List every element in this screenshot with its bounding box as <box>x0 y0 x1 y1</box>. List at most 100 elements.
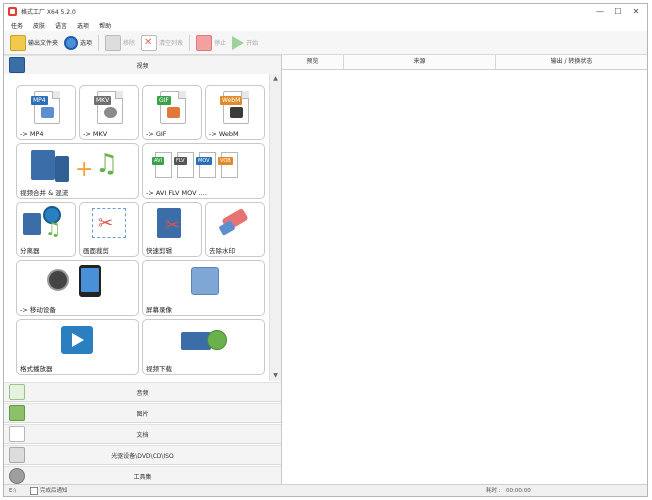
film-strip-icon <box>230 107 243 118</box>
menu-language[interactable]: 语言 <box>55 21 67 30</box>
column-preview[interactable]: 预览 <box>282 55 344 69</box>
avi-tag: AVI <box>152 157 164 165</box>
category-document-header[interactable]: 文档 <box>4 424 281 444</box>
tile-gif-label: -> GIF <box>146 130 167 138</box>
category-video-label: 视频 <box>136 62 149 70</box>
tile-screen-record[interactable]: 屏幕录像 <box>142 260 265 316</box>
globe-icon <box>207 330 227 350</box>
app-window: 格式工厂 X64 5.2.0 — ☐ ✕ 任务 皮肤 语言 选项 帮助 输出文件… <box>3 3 648 497</box>
tile-webm-label: -> WebM <box>209 130 239 138</box>
scissors-icon: ✂ <box>98 213 114 234</box>
tile-gif[interactable]: GIF -> GIF <box>142 85 202 140</box>
menu-task[interactable]: 任务 <box>11 21 23 30</box>
tile-mp4[interactable]: MP4 -> MP4 <box>16 85 76 140</box>
tile-mobile[interactable]: -> 移动设备 <box>16 260 139 316</box>
title-bar: 格式工厂 X64 5.2.0 — ☐ ✕ <box>4 4 647 19</box>
avi-file-icon: AVI <box>152 152 172 178</box>
scroll-up-icon[interactable]: ▲ <box>270 74 281 84</box>
category-toolbox-header[interactable]: 工具集 <box>4 466 281 486</box>
tile-merge[interactable]: + ♫ 视频合并 & 混流 <box>16 143 139 199</box>
toolbar: 输出文件夹 选项 移除 清空列表 停止 开始 <box>4 31 647 55</box>
notify-checkbox[interactable] <box>30 487 38 495</box>
start-button[interactable]: 开始 <box>232 35 259 50</box>
tile-merge-label: 视频合并 & 混流 <box>20 189 69 197</box>
column-source[interactable]: 来源 <box>344 55 496 69</box>
start-label: 开始 <box>246 40 259 47</box>
mp4-file-icon: MP4 <box>31 91 60 124</box>
tile-mkv[interactable]: MKV -> MKV <box>79 85 139 140</box>
mkv-tag: MKV <box>94 96 112 105</box>
tile-splitter-label: 分离器 <box>20 247 40 255</box>
ipod-icon <box>47 269 69 291</box>
gif-tag: GIF <box>157 96 171 105</box>
video-glyph-icon <box>41 107 54 118</box>
phone-icon <box>79 265 101 297</box>
tile-watermark-label: 去除水印 <box>209 247 235 255</box>
player-window-icon <box>61 326 93 354</box>
stop-label: 停止 <box>214 40 227 47</box>
stop-button[interactable]: 停止 <box>196 34 227 51</box>
maximize-icon[interactable]: ☐ <box>609 4 627 19</box>
notify-label: 完成后通知 <box>40 488 68 494</box>
column-output-status[interactable]: 输出 / 转换状态 <box>496 55 647 69</box>
tile-avi-flv-label: -> AVI FLV MOV .... <box>146 189 207 197</box>
category-toolbox-label: 工具集 <box>133 473 152 481</box>
options-button[interactable]: 选项 <box>64 35 93 50</box>
close-icon[interactable]: ✕ <box>627 4 645 19</box>
menu-skin[interactable]: 皮肤 <box>33 21 45 30</box>
output-folder-button[interactable]: 输出文件夹 <box>10 34 58 51</box>
menu-options[interactable]: 选项 <box>77 21 89 30</box>
toolbar-separator <box>98 34 100 51</box>
remove-label: 移除 <box>123 40 136 47</box>
options-icon <box>64 35 79 50</box>
mp4-tag: MP4 <box>31 96 48 105</box>
tile-avi-flv[interactable]: AVI FLV MOV VOB -> AVI FLV MOV .... <box>142 143 265 199</box>
plus-icon: + <box>75 157 94 182</box>
disc-icon <box>104 107 117 118</box>
clear-list-button[interactable]: 清空列表 <box>141 34 183 51</box>
output-drive: E:\ <box>9 488 17 494</box>
category-audio-header[interactable]: 音频 <box>4 382 281 402</box>
menu-help[interactable]: 帮助 <box>99 21 111 30</box>
remove-icon <box>105 34 122 51</box>
folder-icon <box>10 34 26 51</box>
category-pane: 视频 MP4 -> MP4 MKV -> MKV GIF -> GIF WebM… <box>4 55 282 496</box>
flv-file-icon: FLV <box>174 152 194 178</box>
scroll-down-icon[interactable]: ▼ <box>270 371 281 381</box>
task-list-header: 预览 来源 输出 / 转换状态 <box>282 55 647 70</box>
tile-player[interactable]: 格式播放器 <box>16 319 139 375</box>
category-rom-header[interactable]: 光驱设备\DVD\CD\ISO <box>4 445 281 465</box>
tile-download-label: 视频下载 <box>146 365 172 373</box>
video-scrollbar[interactable]: ▲ ▼ <box>269 74 281 381</box>
category-rom-label: 光驱设备\DVD\CD\ISO <box>111 452 174 460</box>
tile-mkv-label: -> MKV <box>83 130 108 138</box>
window-controls: — ☐ ✕ <box>591 4 645 19</box>
category-image-header[interactable]: 图片 <box>4 403 281 423</box>
tile-watermark[interactable]: 去除水印 <box>205 202 265 257</box>
remove-button[interactable]: 移除 <box>105 34 136 51</box>
tile-quick-clip[interactable]: ✂ 快速剪辑 <box>142 202 202 257</box>
tile-player-label: 格式播放器 <box>20 365 53 373</box>
vob-file-icon: VOB <box>218 152 238 178</box>
task-list-pane: 预览 来源 输出 / 转换状态 <box>282 55 647 496</box>
app-logo-icon <box>8 7 17 16</box>
play-icon <box>232 35 245 50</box>
tile-crop[interactable]: ✂ 画面裁剪 <box>79 202 139 257</box>
tile-webm[interactable]: WebM -> WebM <box>205 85 265 140</box>
tile-splitter[interactable]: ♫ 分离器 <box>16 202 76 257</box>
minimize-icon[interactable]: — <box>591 4 609 19</box>
category-audio-label: 音频 <box>136 389 149 397</box>
phone-screen <box>81 268 99 292</box>
tile-mp4-label: -> MP4 <box>20 130 44 138</box>
mov-file-icon: MOV <box>196 152 216 178</box>
options-label: 选项 <box>80 40 93 47</box>
category-video-header[interactable]: 视频 <box>4 55 281 75</box>
menu-bar: 任务 皮肤 语言 选项 帮助 <box>4 19 647 31</box>
music-note-icon: ♫ <box>95 149 119 179</box>
tile-crop-label: 画面裁剪 <box>83 247 109 255</box>
webm-tag: WebM <box>220 96 243 105</box>
webm-file-icon: WebM <box>220 91 249 124</box>
tile-download[interactable]: 视频下载 <box>142 319 265 375</box>
film-icon <box>55 156 69 182</box>
toolbar-separator <box>189 34 191 51</box>
